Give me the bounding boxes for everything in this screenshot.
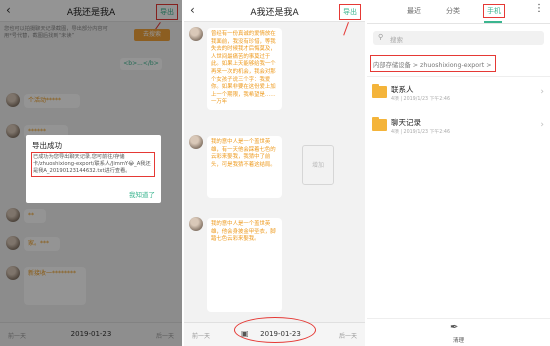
chat-panel-export-success: ‹ A我还是我A 导出 您也可以拍摄聊天记录截图，导出部分内容可用*号代替，截图… xyxy=(0,0,182,346)
file-manager-panel: 最近 分类 手机 ⋮ ⚲ 搜索 内部存储设备 > zhuoshixiong-ex… xyxy=(367,0,550,346)
export-button[interactable]: 导出 xyxy=(339,4,361,20)
dialog-title: 导出成功 xyxy=(32,141,62,150)
active-tab-indicator xyxy=(484,21,502,23)
search-input[interactable]: ⚲ 搜索 xyxy=(373,31,544,45)
broom-icon[interactable]: ✒ xyxy=(450,322,458,333)
list-item[interactable]: 联系人 4项 | 2019/1/23 下午2:46 › xyxy=(367,80,550,110)
list-item[interactable]: 聊天记录 4项 | 2019/1/23 下午2:46 › xyxy=(367,113,550,143)
folder-meta: 4项 | 2019/1/23 下午2:46 xyxy=(391,130,451,135)
folder-name: 聊天记录 xyxy=(391,118,421,127)
message-bubble: 我的意中人是一个盖世英雄，有一天他会踩着七色的云彩来娶我，我猜中了前头，可是我猜… xyxy=(207,136,282,198)
search-placeholder: 搜索 xyxy=(390,36,403,44)
dialog-message: 已成功为您导出聊天记录,您可前往/存储卡/zhuoshixiong-export… xyxy=(31,152,155,177)
message-bubble: 我的意中人是一个盖世英雄，他会身披金甲圣衣，脚踏七色云彩来娶我。 xyxy=(207,218,282,312)
avatar xyxy=(189,135,203,149)
folder-icon xyxy=(372,84,387,98)
search-icon: ⚲ xyxy=(378,33,384,41)
divider xyxy=(367,76,550,77)
tab-recent[interactable]: 最近 xyxy=(407,6,421,16)
top-bar: ‹ A我还是我A 导出 xyxy=(184,0,365,22)
side-placeholder: 增加 xyxy=(302,145,334,185)
bottom-toolbar: ✒ 清理 xyxy=(367,318,550,346)
breadcrumb[interactable]: 内部存储设备 > zhuoshixiong-export > xyxy=(370,55,496,72)
annotation-arrow xyxy=(343,22,349,36)
tab-category[interactable]: 分类 xyxy=(446,6,460,16)
dialog-ok-button[interactable]: 我知道了 xyxy=(129,189,155,199)
chat-title: A我还是我A xyxy=(250,8,299,18)
chevron-right-icon: › xyxy=(540,120,544,130)
chevron-right-icon: › xyxy=(540,87,544,97)
message-bubble: 曾经有一份真诚的爱情放在我面前，我没有珍惜，等我失去的时候我才后悔莫及，人世间最… xyxy=(207,28,282,110)
folder-meta: 4项 | 2019/1/23 下午2:46 xyxy=(391,97,451,102)
folder-name: 联系人 xyxy=(391,85,414,94)
tab-bar: 最近 分类 手机 ⋮ xyxy=(367,0,550,24)
clean-label[interactable]: 清理 xyxy=(367,336,550,344)
date-highlight-circle xyxy=(234,317,316,343)
chat-panel: ‹ A我还是我A 导出 曾经有一份真诚的爱情放在我面前，我没有珍惜，等我失去的时… xyxy=(184,0,365,346)
more-vertical-icon[interactable]: ⋮ xyxy=(534,3,544,14)
folder-icon xyxy=(372,117,387,131)
avatar xyxy=(189,217,203,231)
next-day-button[interactable]: 后一天 xyxy=(339,331,357,340)
avatar xyxy=(189,27,203,41)
tab-phone[interactable]: 手机 xyxy=(483,4,505,18)
export-success-dialog: 导出成功 已成功为您导出聊天记录,您可前往/存储卡/zhuoshixiong-e… xyxy=(26,135,161,203)
